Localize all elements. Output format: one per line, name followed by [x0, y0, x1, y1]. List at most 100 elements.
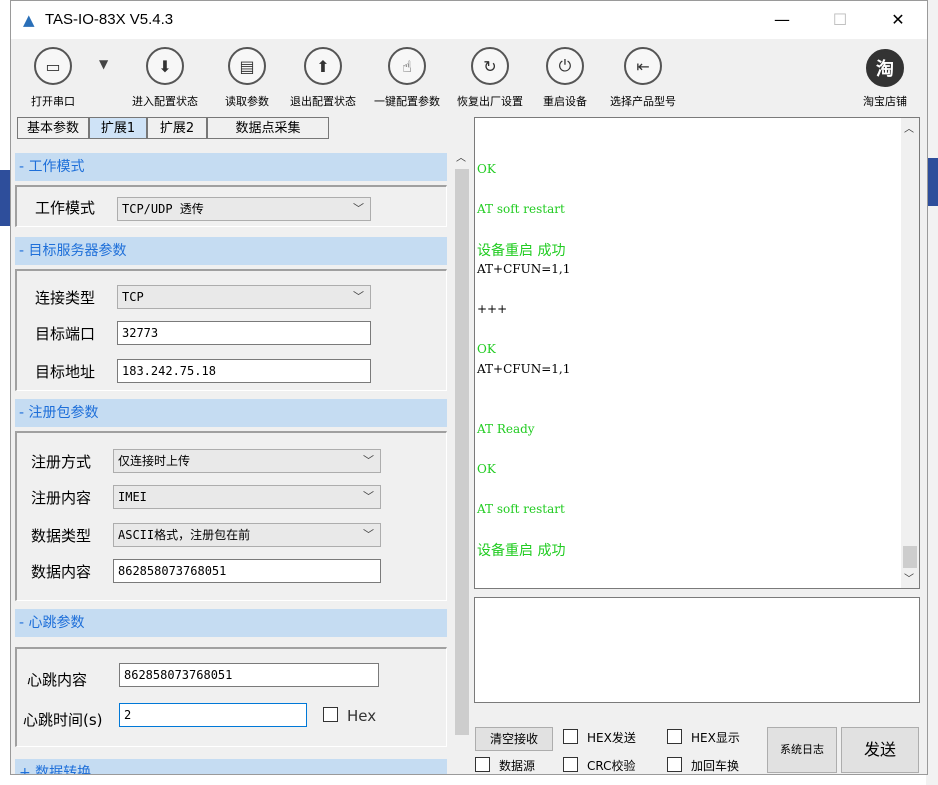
data-type-value: ASCII格式，注册包在前 — [118, 528, 251, 542]
download-icon: ⬇ — [146, 47, 184, 85]
work-mode-section-header[interactable]: - 工作模式 — [15, 153, 447, 181]
factory-reset-button[interactable]: ↻ 恢复出厂设置 — [451, 47, 529, 109]
app-logo-icon: ▲ — [23, 11, 35, 29]
back-to-start-icon: ⇤ — [624, 47, 662, 85]
chevron-down-icon: ﹀ — [353, 202, 364, 215]
tab-extension-2[interactable]: 扩展2 — [147, 117, 207, 139]
target-port-label: 目标端口 — [35, 325, 96, 343]
target-server-section-header[interactable]: - 目标服务器参数 — [15, 237, 447, 265]
exit-config-button[interactable]: ⬆ 退出配置状态 — [283, 47, 363, 109]
log-line: AT soft restart — [477, 502, 565, 516]
enter-config-button[interactable]: ⬇ 进入配置状态 — [125, 47, 205, 109]
clear-receive-button[interactable]: 清空接收 — [475, 727, 553, 751]
chevron-down-icon: ﹀ — [353, 290, 364, 303]
hex-checkbox-label: Hex — [347, 707, 377, 725]
work-mode-select[interactable]: TCP/UDP 透传 ﹀ — [117, 197, 371, 221]
register-section: 注册方式 仅连接时上传 ﹀ 注册内容 IMEI ﹀ 数据类型 ASCII格式，注… — [15, 431, 447, 601]
add-crlf-checkbox[interactable] — [667, 757, 682, 772]
register-content-select[interactable]: IMEI ﹀ — [113, 485, 381, 509]
chevron-down-icon: ﹀ — [363, 454, 374, 467]
serial-port-icon: ▭ — [34, 47, 72, 85]
scroll-down-icon[interactable]: ﹀ — [904, 570, 914, 585]
scroll-up-icon[interactable]: ︿ — [456, 149, 466, 164]
log-line: OK — [477, 462, 496, 476]
open-port-button[interactable]: ▭ 打开串口 — [31, 47, 75, 109]
chevron-down-icon: ﹀ — [363, 490, 374, 503]
log-line: AT+CFUN=1,1 — [477, 362, 571, 376]
log-scrollbar[interactable]: ︿ ﹀ — [901, 118, 919, 588]
app-window: ▲ TAS-IO-83X V5.4.3 — ☐ ✕ ▭ 打开串口 ▼ ⬇ 进入配… — [10, 0, 928, 775]
heartbeat-section: 心跳内容 862858073768051 心跳时间(s) 2 Hex — [15, 647, 447, 747]
port-dropdown-chevron-down-icon[interactable]: ▼ — [99, 57, 113, 87]
chevron-down-icon: ﹀ — [363, 528, 374, 541]
settings-scrollbar[interactable]: ︿ — [453, 147, 471, 774]
tab-basic-params[interactable]: 基本参数 — [17, 117, 89, 139]
read-params-label: 读取参数 — [225, 95, 269, 108]
taobao-store-button[interactable]: 淘 淘宝店铺 — [857, 49, 913, 109]
read-params-button[interactable]: ▤ 读取参数 — [217, 47, 277, 109]
conn-type-select[interactable]: TCP ﹀ — [117, 285, 371, 309]
heartbeat-time-input[interactable]: 2 — [119, 703, 307, 727]
select-model-button[interactable]: ⇤ 选择产品型号 — [603, 47, 683, 109]
open-port-label: 打开串口 — [31, 95, 75, 108]
register-content-value: IMEI — [118, 490, 147, 504]
log-line: AT soft restart — [477, 202, 565, 216]
one-key-config-label: 一键配置参数 — [374, 95, 440, 108]
hand-pointer-icon: ☝ — [388, 47, 426, 85]
log-line: 设备重启 成功 — [477, 543, 566, 559]
add-crlf-label: 加回车换 — [691, 759, 740, 773]
hex-display-label: HEX显示 — [691, 731, 740, 745]
log-line: OK — [477, 162, 496, 176]
close-button[interactable]: ✕ — [875, 7, 921, 33]
read-document-icon: ▤ — [228, 47, 266, 85]
work-mode-section: 工作模式 TCP/UDP 透传 ﹀ — [15, 185, 447, 227]
heartbeat-section-header[interactable]: - 心跳参数 — [15, 609, 447, 637]
log-line: AT+CFUN=1,1 — [477, 262, 571, 276]
minimize-button[interactable]: — — [759, 7, 805, 33]
target-port-input[interactable]: 32773 — [117, 321, 371, 345]
restart-button[interactable]: ⏻ 重启设备 — [535, 47, 595, 109]
data-source-label: 数据源 — [499, 759, 536, 773]
tab-extension-1[interactable]: 扩展1 — [89, 117, 147, 139]
system-log-button[interactable]: 系统日志 — [767, 727, 837, 773]
register-mode-value: 仅连接时上传 — [118, 454, 191, 468]
send-textarea[interactable] — [474, 597, 920, 703]
work-mode-label: 工作模式 — [35, 199, 96, 217]
send-button[interactable]: 发送 — [841, 727, 919, 773]
power-icon: ⏻ — [546, 47, 584, 85]
target-address-label: 目标地址 — [35, 363, 96, 381]
heartbeat-time-label: 心跳时间(s) — [23, 711, 103, 729]
taobao-logo-icon: 淘 — [866, 49, 904, 87]
register-mode-label: 注册方式 — [31, 453, 92, 471]
data-type-select[interactable]: ASCII格式，注册包在前 ﹀ — [113, 523, 381, 547]
data-content-input[interactable]: 862858073768051 — [113, 559, 381, 583]
data-type-label: 数据类型 — [31, 527, 92, 545]
crc-check-checkbox[interactable] — [563, 757, 578, 772]
register-mode-select[interactable]: 仅连接时上传 ﹀ — [113, 449, 381, 473]
conn-type-value: TCP — [122, 290, 144, 304]
restart-label: 重启设备 — [543, 95, 587, 108]
hex-display-checkbox[interactable] — [667, 729, 682, 744]
data-source-checkbox[interactable] — [475, 757, 490, 772]
target-server-section: 连接类型 TCP ﹀ 目标端口 32773 目标地址 183.242.75.18 — [15, 269, 447, 391]
data-content-label: 数据内容 — [31, 563, 92, 581]
desktop-background-strip-right — [928, 158, 938, 206]
register-content-label: 注册内容 — [31, 489, 92, 507]
target-address-input[interactable]: 183.242.75.18 — [117, 359, 371, 383]
tab-data-point-collection[interactable]: 数据点采集 — [207, 117, 329, 139]
scrollbar-thumb[interactable] — [455, 169, 469, 735]
scrollbar-thumb[interactable] — [903, 546, 917, 568]
log-line: AT Ready — [477, 422, 535, 436]
register-section-header[interactable]: - 注册包参数 — [15, 399, 447, 427]
desktop-background-strip — [0, 170, 10, 226]
toolbar: ▭ 打开串口 ▼ ⬇ 进入配置状态 ▤ 读取参数 ⬆ 退出配置状态 ☝ 一键配置… — [11, 39, 927, 117]
log-line: +++ — [477, 302, 508, 316]
receive-log[interactable]: OK AT soft restart 设备重启 成功 AT+CFUN=1,1 +… — [474, 117, 920, 589]
heartbeat-content-input[interactable]: 862858073768051 — [119, 663, 379, 687]
one-key-config-button[interactable]: ☝ 一键配置参数 — [367, 47, 447, 109]
hex-send-checkbox[interactable] — [563, 729, 578, 744]
hex-checkbox[interactable] — [323, 707, 338, 722]
scroll-up-icon[interactable]: ︿ — [904, 120, 914, 135]
maximize-button[interactable]: ☐ — [817, 7, 863, 33]
data-conversion-section-header[interactable]: + 数据转换 — [15, 759, 447, 774]
